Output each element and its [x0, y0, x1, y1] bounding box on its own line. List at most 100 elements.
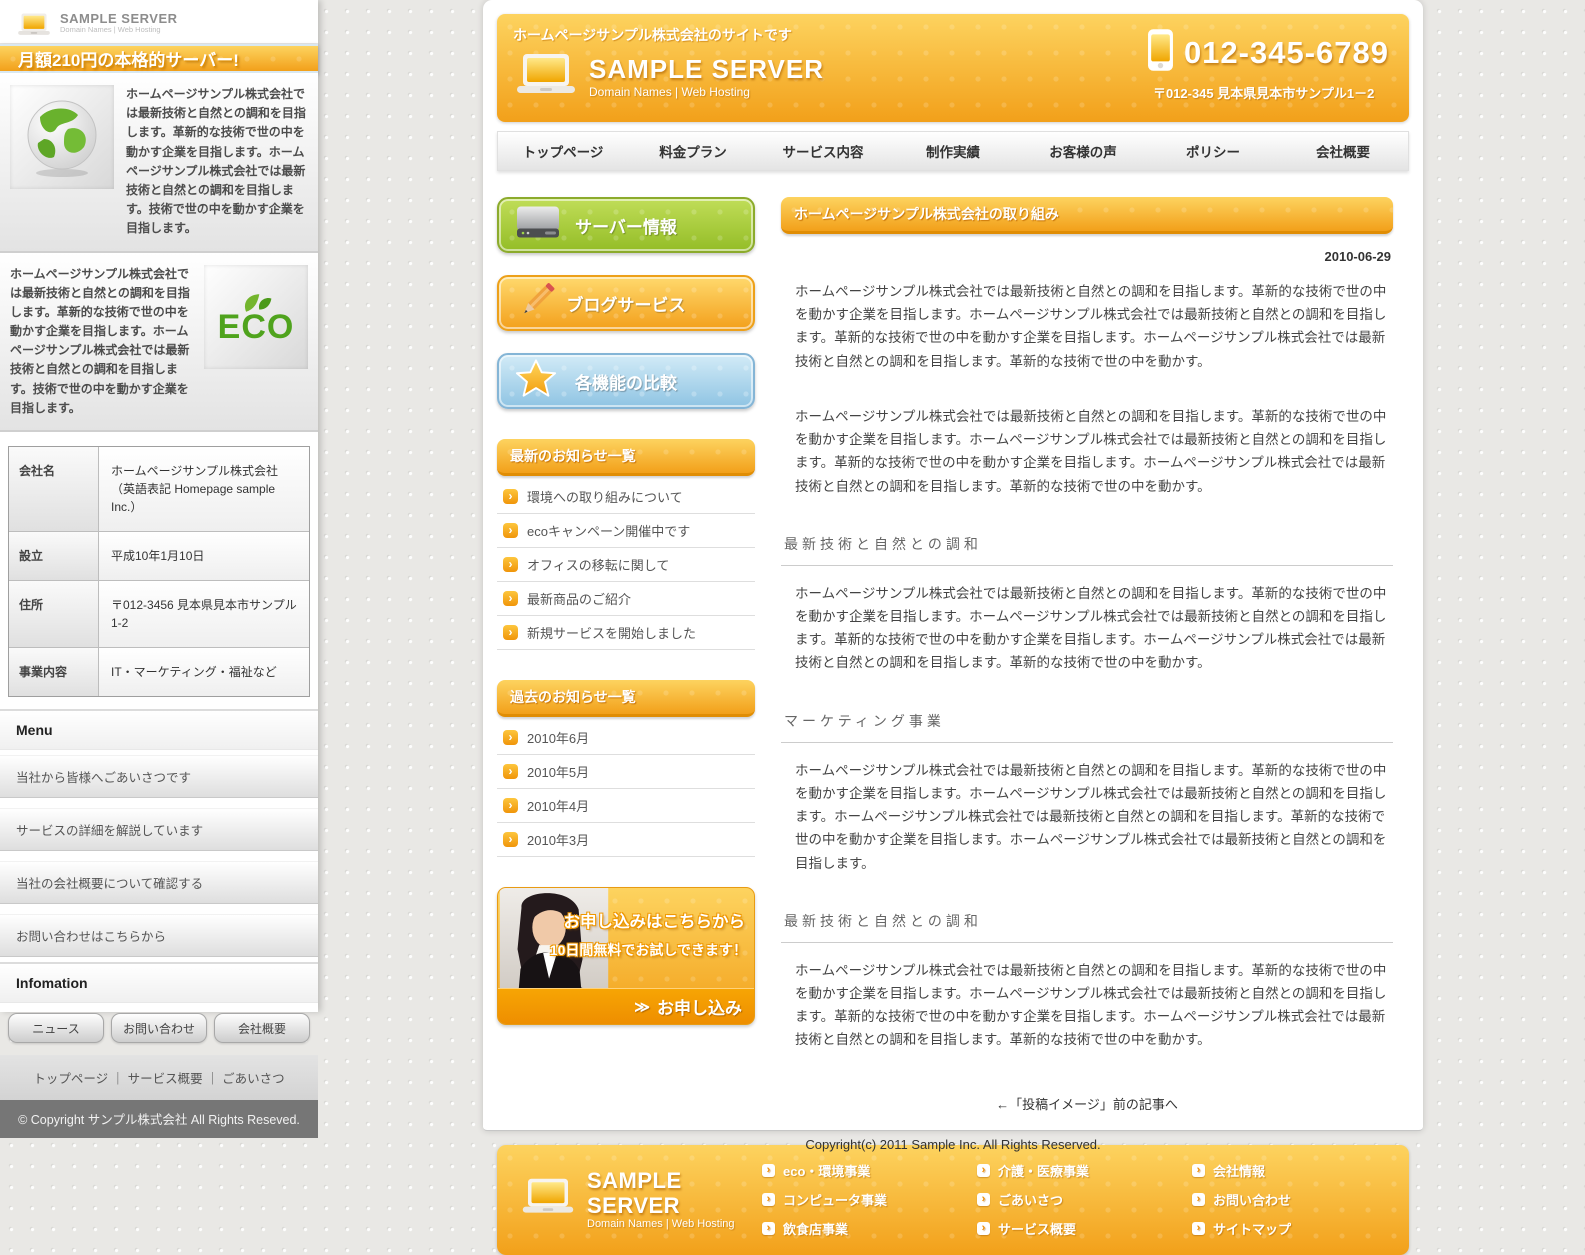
sidebar-menu-item-company[interactable]: 当社の会社概要について確認する	[0, 861, 318, 904]
globe-image	[10, 85, 114, 189]
arrow-icon: ›	[503, 557, 518, 572]
arrow-icon: ›	[762, 1222, 775, 1235]
arrow-icon: ›	[503, 764, 518, 779]
archive-item[interactable]: ›2010年3月	[497, 823, 755, 857]
table-row-label: 住所	[9, 581, 99, 647]
footer-link[interactable]: ›サイトマップ	[1192, 1214, 1407, 1243]
table-row-value: 〒012-3456 見本県見本市サンプル1-2	[99, 581, 309, 647]
main-page: ホームページサンプル株式会社のサイトです SAMPLE SERVER Domai…	[483, 0, 1423, 1131]
news-item[interactable]: › 最新商品のご紹介	[497, 582, 755, 616]
feature-compare-button[interactable]: 各機能の比較	[497, 353, 755, 409]
footer-link[interactable]: ›eco・環境事業	[762, 1156, 977, 1185]
footer-link[interactable]: ›コンピュータ事業	[762, 1185, 977, 1214]
archive-list: ›2010年6月 ›2010年5月 ›2010年4月 ›2010年3月	[497, 721, 755, 857]
nav-item-voice[interactable]: お客様の声	[1018, 132, 1148, 170]
article-section-heading: マーケティング事業	[781, 711, 1393, 743]
header-tagline: ホームページサンプル株式会社のサイトです	[513, 25, 792, 45]
footer-link-greeting[interactable]: ごあいさつ	[222, 1072, 285, 1086]
site-logo[interactable]: SAMPLE SERVER Domain Names | Web Hosting	[513, 52, 824, 103]
article-date: 2010-06-29	[783, 249, 1391, 264]
news-item[interactable]: ›ecoキャンペーン開催中です	[497, 514, 755, 548]
arrow-icon: ›	[977, 1193, 990, 1206]
content-left-column: サーバー情報 ブログサービス 各機能の比較 最新のお知らせ一覧 ›環境への取り組…	[497, 197, 755, 1139]
news-button[interactable]: ニュース	[8, 1013, 104, 1043]
content-area: サーバー情報 ブログサービス 各機能の比較 最新のお知らせ一覧 ›環境への取り組…	[497, 197, 1409, 1139]
footer-link[interactable]: ›サービス概要	[977, 1214, 1192, 1243]
sidebar-footer-links: トップページ ｜ サービス概要 ｜ ごあいさつ	[0, 1055, 318, 1100]
signup-cta-label: お申し込み	[657, 994, 742, 1019]
news-item[interactable]: › オフィスの移転に関して	[497, 548, 755, 582]
eco-image: ECO	[204, 265, 308, 369]
article-section-heading: 最新技術と自然との調和	[781, 534, 1393, 566]
site-logo-subtitle: Domain Names | Web Hosting	[589, 85, 824, 99]
header-contact: 012-345-6789 〒012-345 見本県見本市サンプル1－2	[1147, 28, 1389, 102]
sidebar-intro-block-1: ホームページサンプル株式会社では最新技術と自然との調和を目指します。革新的な技術…	[0, 73, 318, 253]
arrow-icon: ›	[503, 591, 518, 606]
article-paragraph: ホームページサンプル株式会社では最新技術と自然との調和を目指します。革新的な技術…	[795, 759, 1389, 875]
news-list: ›環境への取り組みについて ›ecoキャンペーン開催中です ›オフィスの移転に関…	[497, 480, 755, 650]
article-paragraph: ホームページサンプル株式会社では最新技術と自然との調和を目指します。革新的な技術…	[795, 582, 1389, 675]
archive-item-label: 2010年6月	[527, 728, 589, 747]
footer-link[interactable]: ›飲食店事業	[762, 1214, 977, 1243]
archive-panel-heading: 過去のお知らせ一覧	[497, 680, 755, 717]
arrow-icon: ›	[977, 1222, 990, 1235]
footer-link[interactable]: ›お問い合わせ	[1192, 1185, 1407, 1214]
sidebar-logo[interactable]: SAMPLE SERVER Domain Names | Web Hosting	[0, 0, 318, 43]
news-item-label: ecoキャンペーン開催中です	[527, 521, 690, 540]
separator: ｜	[112, 1072, 125, 1086]
archive-item-label: 2010年5月	[527, 762, 589, 781]
nav-item-pricing[interactable]: 料金プラン	[628, 132, 758, 170]
site-logo-title: SAMPLE SERVER	[589, 56, 824, 82]
nav-item-policy[interactable]: ポリシー	[1148, 132, 1278, 170]
signup-banner[interactable]: お申し込みはこちらから 10日間無料でお試しできます！ ≫ お申し込み	[497, 887, 755, 1025]
news-item[interactable]: ›新規サービスを開始しました	[497, 616, 755, 650]
phone-icon	[1147, 28, 1174, 77]
page: { "icons": { "list_arrow": "›", "footer_…	[0, 0, 1585, 1163]
footer-link[interactable]: ›介護・医療事業	[977, 1156, 1192, 1185]
nav-item-services[interactable]: サービス内容	[758, 132, 888, 170]
company-button[interactable]: 会社概要	[214, 1013, 310, 1043]
news-item-label: 最新商品のご紹介	[527, 589, 631, 608]
sidebar-intro-block-2: ホームページサンプル株式会社では最新技術と自然との調和を目指します。革新的な技術…	[0, 253, 318, 433]
site-header: ホームページサンプル株式会社のサイトです SAMPLE SERVER Domai…	[497, 14, 1409, 122]
arrow-icon: ›	[503, 798, 518, 813]
nav-item-company[interactable]: 会社概要	[1278, 132, 1408, 170]
page-copyright: Copyright(c) 2011 Sample Inc. All Rights…	[483, 1137, 1423, 1152]
arrow-icon: ›	[1192, 1193, 1205, 1206]
arrow-icon: ›	[1192, 1164, 1205, 1177]
news-item-label: オフィスの移転に関して	[527, 555, 669, 574]
company-info-table: 会社名 ホームページサンプル株式会社 （英語表記 Homepage sample…	[8, 446, 310, 697]
archive-item[interactable]: ›2010年6月	[497, 721, 755, 755]
sidebar-logo-subtitle: Domain Names | Web Hosting	[60, 26, 178, 34]
blog-service-button[interactable]: ブログサービス	[497, 275, 755, 331]
footer-logo[interactable]: SAMPLE SERVER Domain Names | Web Hosting	[497, 1169, 762, 1229]
table-row: 住所 〒012-3456 見本県見本市サンプル1-2	[9, 581, 309, 648]
footer-link[interactable]: ›ごあいさつ	[977, 1185, 1192, 1214]
news-item[interactable]: ›環境への取り組みについて	[497, 480, 755, 514]
footer-column-3: ›会社情報 ›お問い合わせ ›サイトマップ	[1192, 1156, 1407, 1243]
article-paragraph: ホームページサンプル株式会社では最新技術と自然との調和を目指します。革新的な技術…	[795, 959, 1389, 1052]
footer-link-top[interactable]: トップページ	[33, 1072, 108, 1086]
contact-button[interactable]: お問い合わせ	[111, 1013, 207, 1043]
sidebar-menu-item-service[interactable]: サービスの詳細を解説しています	[0, 808, 318, 851]
signup-cta-button[interactable]: ≫ お申し込み	[498, 988, 754, 1024]
nav-item-works[interactable]: 制作実績	[888, 132, 1018, 170]
article-section-heading: 最新技術と自然との調和	[781, 911, 1393, 943]
eco-label: ECO	[218, 314, 295, 341]
footer-link[interactable]: ›会社情報	[1192, 1156, 1407, 1185]
arrow-icon: ›	[503, 832, 518, 847]
server-info-button[interactable]: サーバー情報	[497, 197, 755, 253]
arrow-icon: ›	[762, 1193, 775, 1206]
sidebar-menu-item-contact[interactable]: お問い合わせはこちらから	[0, 914, 318, 957]
footer-logo-subtitle: Domain Names | Web Hosting	[587, 1218, 762, 1230]
sidebar-intro-text: ホームページサンプル株式会社では最新技術と自然との調和を目指します。革新的な技術…	[10, 265, 192, 419]
archive-item[interactable]: ›2010年4月	[497, 789, 755, 823]
footer-logo-title: SAMPLE SERVER	[587, 1169, 762, 1217]
nav-item-top[interactable]: トップページ	[498, 132, 628, 170]
sidebar-menu-item-greeting[interactable]: 当社から皆様へごあいさつです	[0, 755, 318, 798]
previous-article-link[interactable]: ←「投稿イメージ」前の記事へ	[781, 1094, 1393, 1113]
table-row-value: ホームページサンプル株式会社 （英語表記 Homepage sample Inc…	[99, 447, 309, 531]
footer-link-service[interactable]: サービス概要	[128, 1072, 203, 1086]
archive-item[interactable]: › 2010年5月	[497, 755, 755, 789]
arrow-icon: ›	[762, 1164, 775, 1177]
